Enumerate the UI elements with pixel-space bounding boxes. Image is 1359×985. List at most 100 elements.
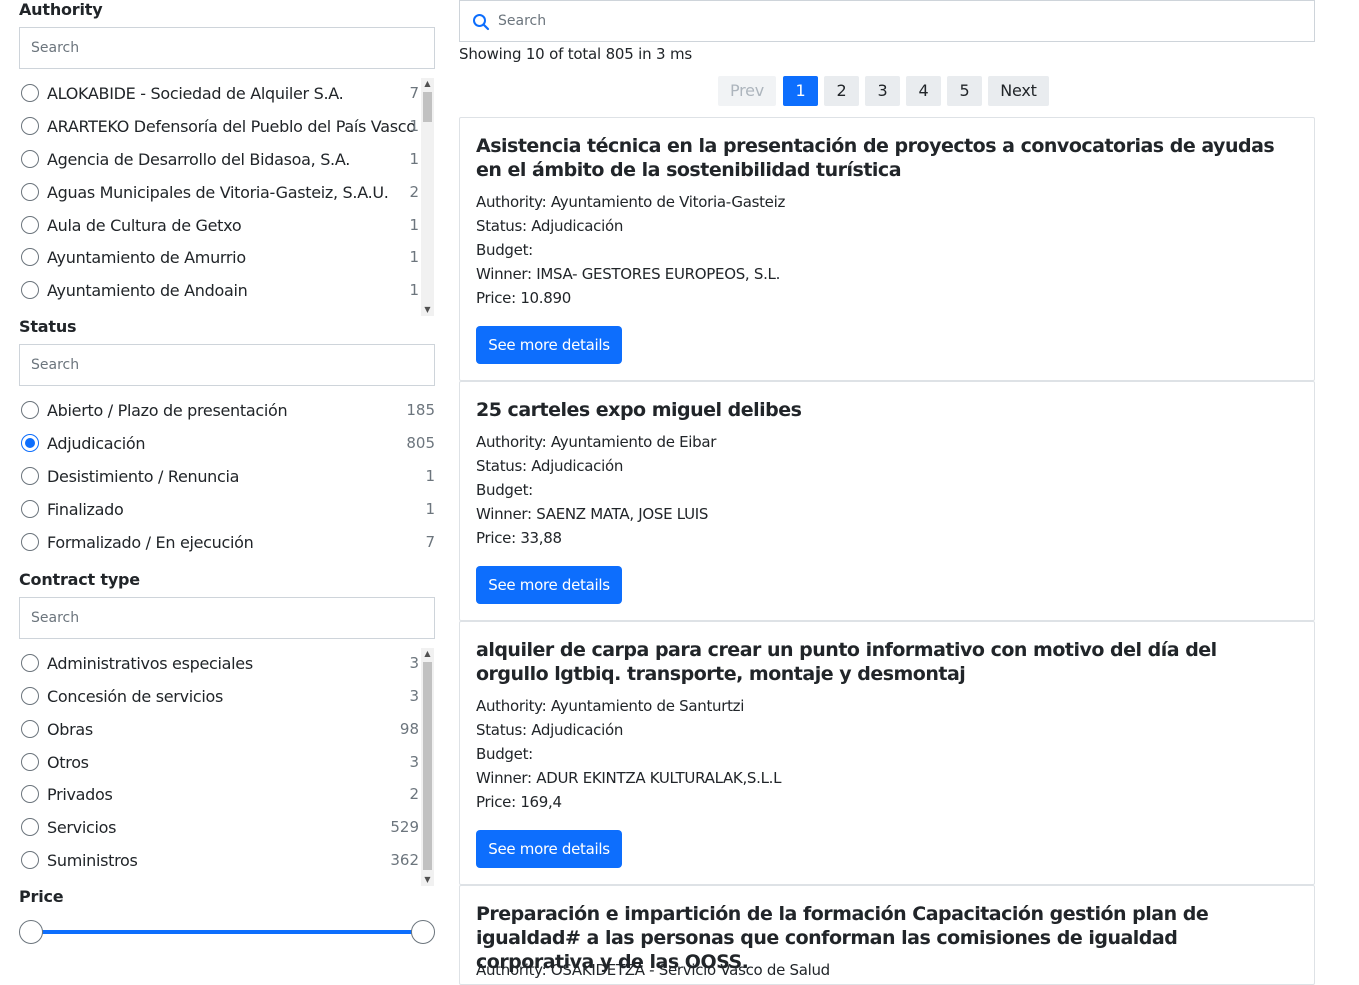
page-button-2[interactable]: 2 (824, 76, 859, 106)
radio-button-checked[interactable] (21, 434, 39, 452)
contract-type-option[interactable]: Suministros 362 (19, 848, 435, 872)
price-min-handle[interactable] (19, 920, 43, 944)
radio-button[interactable] (21, 150, 39, 168)
facet-label: Abierto / Plazo de presentación (47, 400, 288, 420)
contract-type-search-input[interactable] (19, 597, 435, 639)
page-button-4[interactable]: 4 (906, 76, 941, 106)
page-button-5[interactable]: 5 (947, 76, 982, 106)
authority-option[interactable]: Ayuntamiento de Amurrio 1 (19, 245, 435, 269)
facet-label: ARARTEKO Defensoría del Pueblo del País … (47, 116, 416, 136)
facet-label: Adjudicación (47, 433, 146, 453)
authority-option[interactable]: Aguas Municipales de Vitoria-Gasteiz, S.… (19, 180, 435, 204)
main-search-box[interactable] (459, 0, 1315, 42)
authority-option[interactable]: ARARTEKO Defensoría del Pueblo del País … (19, 114, 435, 138)
facet-count: 1 (425, 467, 435, 485)
facet-label: Otros (47, 752, 89, 772)
authority-search-input[interactable] (19, 27, 435, 69)
facet-count: 3 (409, 654, 419, 672)
see-more-details-button[interactable]: See more details (476, 566, 622, 604)
facet-label: Ayuntamiento de Andoain (47, 280, 248, 300)
status-option[interactable]: Desistimiento / Renuncia 1 (19, 464, 435, 488)
contract-type-option[interactable]: Obras 98 (19, 717, 435, 741)
radio-button[interactable] (21, 533, 39, 551)
scroll-thumb[interactable] (423, 662, 432, 870)
result-price: Price: 33,88 (476, 529, 562, 547)
result-authority: Authority: OSAKIDETZA - Servicio Vasco d… (476, 961, 830, 979)
facet-count: 98 (399, 720, 419, 738)
scroll-thumb[interactable] (423, 92, 432, 122)
radio-button[interactable] (21, 281, 39, 299)
scroll-down-icon[interactable]: ▼ (421, 874, 434, 886)
status-facet-title: Status (19, 317, 77, 336)
contract-type-option[interactable]: Servicios 529 (19, 815, 435, 839)
facet-count: 529 (390, 818, 419, 836)
page-button-3[interactable]: 3 (865, 76, 900, 106)
status-search-input[interactable] (19, 344, 435, 386)
radio-button[interactable] (21, 785, 39, 803)
result-title: alquiler de carpa para crear un punto in… (476, 639, 1217, 685)
prev-page-button[interactable]: Prev (718, 76, 776, 106)
scroll-down-icon[interactable]: ▼ (421, 304, 434, 316)
radio-button[interactable] (21, 654, 39, 672)
radio-button[interactable] (21, 467, 39, 485)
contract-type-option[interactable]: Concesión de servicios 3 (19, 684, 435, 708)
contract-type-option[interactable]: Privados 2 (19, 782, 435, 806)
facet-label: Aula de Cultura de Getxo (47, 215, 242, 235)
facet-label: Administrativos especiales (47, 653, 253, 673)
facet-label: Desistimiento / Renuncia (47, 466, 240, 486)
status-option[interactable]: Adjudicación 805 (19, 431, 435, 455)
radio-button[interactable] (21, 687, 39, 705)
authority-facet-title: Authority (19, 0, 103, 19)
result-budget: Budget: (476, 241, 533, 259)
authority-option[interactable]: Aula de Cultura de Getxo 1 (19, 213, 435, 237)
result-card: Preparación e impartición de la formació… (459, 885, 1315, 985)
status-option[interactable]: Abierto / Plazo de presentación 185 (19, 398, 435, 422)
radio-button[interactable] (21, 248, 39, 266)
status-option[interactable]: Finalizado 1 (19, 497, 435, 521)
authority-option[interactable]: Ayuntamiento de Andoain 1 (19, 278, 435, 302)
next-page-button[interactable]: Next (988, 76, 1049, 106)
authority-option[interactable]: ALOKABIDE - Sociedad de Alquiler S.A. 7 (19, 81, 435, 105)
result-authority: Authority: Ayuntamiento de Eibar (476, 433, 717, 451)
radio-button[interactable] (21, 117, 39, 135)
result-card: Asistencia técnica en la presentación de… (459, 117, 1315, 381)
radio-button[interactable] (21, 851, 39, 869)
facet-label: Ayuntamiento de Amurrio (47, 247, 246, 267)
authority-option[interactable]: Agencia de Desarrollo del Bidasoa, S.A. … (19, 147, 435, 171)
contract-type-option[interactable]: Administrativos especiales 3 (19, 651, 435, 675)
radio-button[interactable] (21, 183, 39, 201)
scroll-up-icon[interactable]: ▲ (421, 78, 434, 90)
results-summary: Showing 10 of total 805 in 3 ms (459, 45, 692, 63)
scroll-up-icon[interactable]: ▲ (421, 648, 434, 660)
facet-label: ALOKABIDE - Sociedad de Alquiler S.A. (47, 83, 344, 103)
radio-button[interactable] (21, 216, 39, 234)
contract-type-scrollbar[interactable]: ▲ ▼ (421, 648, 434, 886)
facet-count: 1 (409, 150, 419, 168)
radio-button[interactable] (21, 84, 39, 102)
facet-count: 1 (409, 281, 419, 299)
facet-label: Aguas Municipales de Vitoria-Gasteiz, S.… (47, 182, 389, 202)
radio-button[interactable] (21, 818, 39, 836)
result-price: Price: 169,4 (476, 793, 562, 811)
status-list: Abierto / Plazo de presentación 185 Adju… (19, 395, 435, 560)
facet-count: 1 (425, 500, 435, 518)
page-button-1[interactable]: 1 (783, 76, 818, 106)
price-slider-track[interactable] (31, 930, 423, 934)
authority-scrollbar[interactable]: ▲ ▼ (421, 78, 434, 316)
result-status: Status: Adjudicación (476, 217, 624, 235)
radio-button[interactable] (21, 401, 39, 419)
radio-button[interactable] (21, 753, 39, 771)
radio-button[interactable] (21, 720, 39, 738)
price-max-handle[interactable] (411, 920, 435, 944)
result-card: alquiler de carpa para crear un punto in… (459, 621, 1315, 885)
result-authority: Authority: Ayuntamiento de Santurtzi (476, 697, 745, 715)
result-title: Asistencia técnica en la presentación de… (476, 135, 1275, 181)
contract-type-option[interactable]: Otros 3 (19, 750, 435, 774)
result-budget: Budget: (476, 745, 533, 763)
result-status: Status: Adjudicación (476, 457, 624, 475)
see-more-details-button[interactable]: See more details (476, 830, 622, 868)
main-search-input[interactable] (496, 1, 1296, 41)
radio-button[interactable] (21, 500, 39, 518)
status-option[interactable]: Formalizado / En ejecución 7 (19, 530, 435, 554)
see-more-details-button[interactable]: See more details (476, 326, 622, 364)
